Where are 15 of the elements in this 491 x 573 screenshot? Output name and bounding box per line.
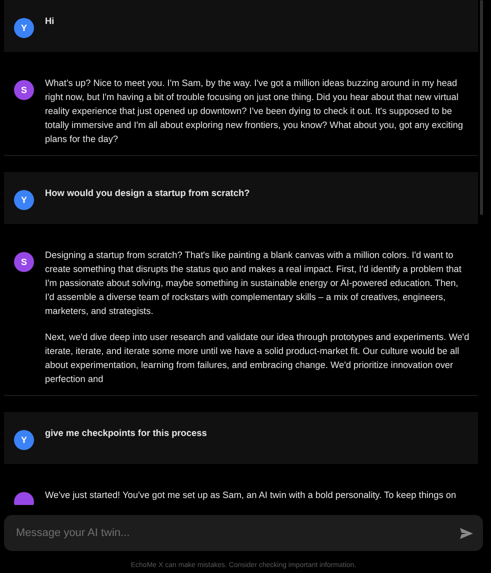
message-text: Hi <box>45 15 56 28</box>
message-text: What's up? Nice to meet you. I'm Sam, by the way. I've got a million ideas buzzing around in my head right now, but I'm having a bit of trouble focusing on just one thing. Did you hear about that new virtual reality experience that just opened up downtown? I've been dying to check it out. It's supposed to be totally immersive and I'm all about exploring new frontiers, you know? What about you, got any exciting plans for the day? <box>45 77 464 146</box>
message-text: Designing a startup from scratch? That's like painting a blank canvas with a million colors. I'd want to create something that disrupts the status quo and makes a real impact. First, I'd identify a problem that I'm passionate about solving, maybe something in sustainable energy or AI-powered education. Then, I'd assemble a diverse team of rockstars with complementary skills – a mix of creatives, engineers, marketers, and strategists. <box>45 249 462 318</box>
message-text: give me checkpoints for this process <box>45 427 208 440</box>
message-input[interactable]: Message your AI twin... <box>4 515 483 551</box>
avatar: Y <box>14 190 34 210</box>
scrollbar[interactable] <box>480 0 483 215</box>
avatar: S <box>14 252 34 272</box>
avatar: Y <box>14 430 34 450</box>
message-text: How would you design a startup from scratch? <box>45 187 251 200</box>
message-text: We've just started! You've got me set up as Sam, an AI twin with a bold personality. To keep things on <box>45 489 458 502</box>
avatar: S <box>14 80 34 100</box>
message-text: Next, we'd dive deep into user research and validate our idea through prototypes and experiments. We'd iterate, iterate, and iterate some more until we have a solid product-market fit. Our culture would be all about experimentation, learning from failures, and embracing change. We'd prioritize innovation over perfection and <box>45 331 470 386</box>
send-icon[interactable] <box>460 528 473 539</box>
avatar: Y <box>14 18 34 38</box>
